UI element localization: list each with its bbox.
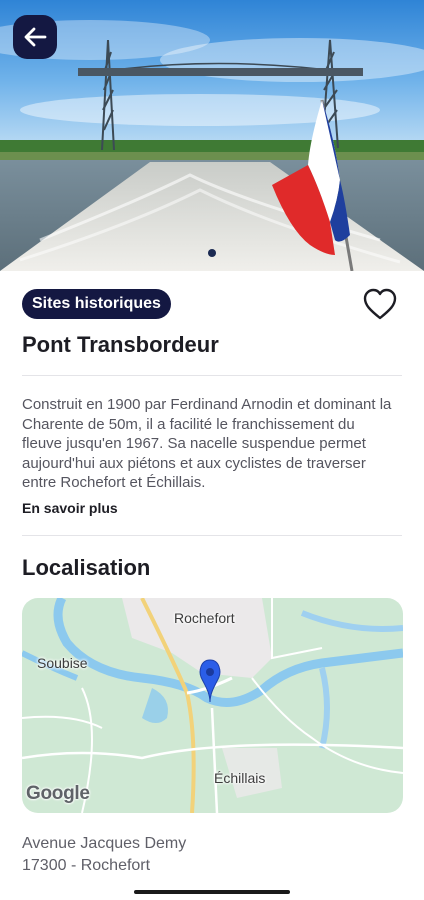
carousel-indicator — [0, 249, 424, 257]
carousel-dot-active[interactable] — [208, 249, 216, 257]
divider — [22, 375, 402, 376]
favorite-button[interactable] — [362, 287, 398, 321]
map-label-rochefort: Rochefort — [174, 610, 235, 626]
place-title: Pont Transbordeur — [22, 332, 219, 357]
address-city: 17300 - Rochefort — [22, 857, 151, 874]
address-street: Avenue Jacques Demy — [22, 835, 187, 852]
divider — [22, 535, 402, 536]
hero-image — [0, 0, 424, 271]
heart-outline-icon — [363, 288, 397, 320]
hero-photo — [0, 0, 424, 271]
google-logo: Google — [26, 783, 90, 804]
place-description: Construit en 1900 par Ferdinand Arnodin … — [22, 396, 392, 491]
arrow-left-icon — [24, 27, 47, 47]
location-section-title: Localisation — [22, 555, 151, 580]
category-badge: Sites historiques — [22, 289, 171, 319]
read-more-link[interactable]: En savoir plus — [22, 500, 118, 516]
location-map[interactable]: Rochefort Soubise Échillais Google — [22, 598, 403, 813]
map-label-soubise: Soubise — [37, 655, 88, 671]
back-button[interactable] — [13, 15, 57, 59]
address: Avenue Jacques Demy 17300 - Rochefort — [22, 833, 186, 877]
map-label-echillais: Échillais — [214, 770, 266, 786]
home-indicator[interactable] — [134, 890, 290, 894]
map-canvas — [22, 598, 403, 813]
